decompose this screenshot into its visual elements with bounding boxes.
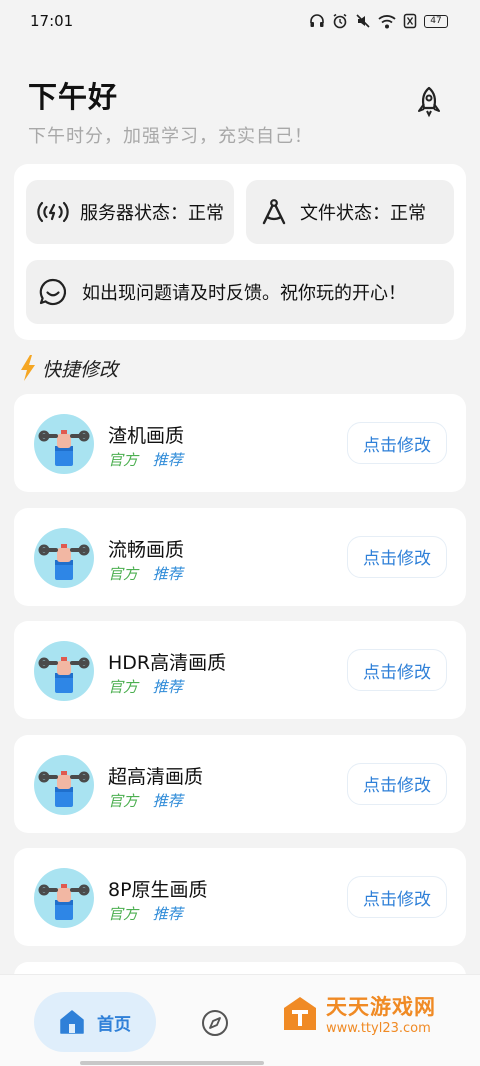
tag-official: 官方 <box>108 564 139 583</box>
feedback-note-chip: 如出现问题请及时反馈。祝你玩的开心！ <box>26 260 454 324</box>
wrench-icon <box>38 543 90 580</box>
item-tags: 官方 推荐 <box>108 903 183 924</box>
list-item: 渣机画质 官方 推荐 点击修改 <box>14 394 466 492</box>
header: 下午好 下午时分，加强学习，充实自己！ <box>28 74 452 148</box>
list-item: 8P原生画质 官方 推荐 点击修改 <box>14 848 466 946</box>
item-avatar <box>34 868 94 928</box>
compass-drawing-icon <box>262 199 286 225</box>
home-icon <box>60 1010 84 1034</box>
tag-recommend: 推荐 <box>152 678 183 696</box>
mute-icon <box>356 14 370 28</box>
greeting-subtitle: 下午时分，加强学习，充实自己！ <box>28 126 313 147</box>
nav-home-label: 首页 <box>97 1014 131 1035</box>
wrench-icon <box>38 430 90 466</box>
modify-button[interactable]: 点击修改 <box>347 876 447 918</box>
item-name: 渣机画质 <box>108 425 185 447</box>
wrench-icon <box>38 770 90 807</box>
modify-button[interactable]: 点击修改 <box>347 422 447 464</box>
item-tags: 官方 推荐 <box>108 563 183 584</box>
item-avatar <box>34 641 94 701</box>
watermark-title: 天天游戏网 <box>326 995 436 1019</box>
greeting-title: 下午好 <box>28 80 119 114</box>
item-tags: 官方 推荐 <box>108 676 183 697</box>
tag-official: 官方 <box>108 678 139 696</box>
watermark-logo-icon <box>284 996 316 1030</box>
item-avatar <box>34 414 94 474</box>
wrench-icon <box>38 884 90 920</box>
wifi-icon <box>378 14 396 28</box>
headphones-icon <box>310 14 324 27</box>
status-icons: 47 <box>309 13 448 29</box>
item-avatar <box>34 754 94 815</box>
item-tags: 官方 推荐 <box>108 449 183 470</box>
tag-recommend: 推荐 <box>152 564 183 583</box>
modify-button[interactable]: 点击修改 <box>347 762 447 805</box>
watermark: 天天游戏网 www.ttyl23.com <box>280 991 436 1036</box>
battery-icon: 47 <box>424 14 448 28</box>
tag-recommend: 推荐 <box>152 905 183 923</box>
server-status-text: 服务器状态：正常 <box>80 203 224 224</box>
section-title: 快捷修改 <box>18 354 118 382</box>
tag-recommend: 推荐 <box>152 451 183 469</box>
list-item: 流畅画质 官方 推荐 点击修改 <box>14 507 466 606</box>
file-status-chip: 文件状态：正常 <box>246 180 454 244</box>
file-status-text: 文件状态：正常 <box>300 203 426 224</box>
wrench-icon <box>38 657 90 693</box>
modify-button[interactable]: 点击修改 <box>347 535 447 578</box>
item-tags: 官方 推荐 <box>108 790 183 811</box>
tag-official: 官方 <box>108 791 139 810</box>
home-indicator <box>80 1061 264 1065</box>
sim-icon <box>403 13 417 29</box>
list-item: HDR高清画质 官方 推荐 点击修改 <box>14 621 466 719</box>
item-name: HDR高清画质 <box>108 652 227 674</box>
section-title-text: 快捷修改 <box>42 358 119 381</box>
item-name: 8P原生画质 <box>108 879 208 901</box>
server-status-chip: 服务器状态：正常 <box>26 180 234 244</box>
alarm-icon <box>333 13 347 29</box>
status-time: 17:01 <box>30 12 74 30</box>
list-item: 超高清画质 官方 推荐 点击修改 <box>14 734 466 833</box>
lightning-icon <box>21 355 35 381</box>
tag-official: 官方 <box>108 905 139 923</box>
status-bar: 17:01 47 <box>0 0 480 42</box>
nav-home-button[interactable]: 首页 <box>34 992 156 1052</box>
tag-official: 官方 <box>108 451 139 469</box>
item-avatar <box>34 527 94 588</box>
rocket-icon[interactable] <box>416 86 442 118</box>
item-name: 流畅画质 <box>108 538 185 561</box>
chat-icon <box>39 278 67 306</box>
compass-icon[interactable] <box>200 1008 230 1038</box>
modify-button[interactable]: 点击修改 <box>347 649 447 691</box>
bottom-nav: 首页 天天游戏网 www.ttyl23.com <box>0 974 480 1066</box>
feedback-note-text: 如出现问题请及时反馈。祝你玩的开心！ <box>82 283 406 304</box>
status-card: 服务器状态：正常 文件状态：正常 如出现问题请及时反馈。祝你玩的开心！ <box>14 164 466 340</box>
item-name: 超高清画质 <box>108 765 204 788</box>
watermark-url: www.ttyl23.com <box>326 1021 431 1036</box>
broadcast-icon <box>37 201 69 223</box>
tag-recommend: 推荐 <box>152 791 183 810</box>
